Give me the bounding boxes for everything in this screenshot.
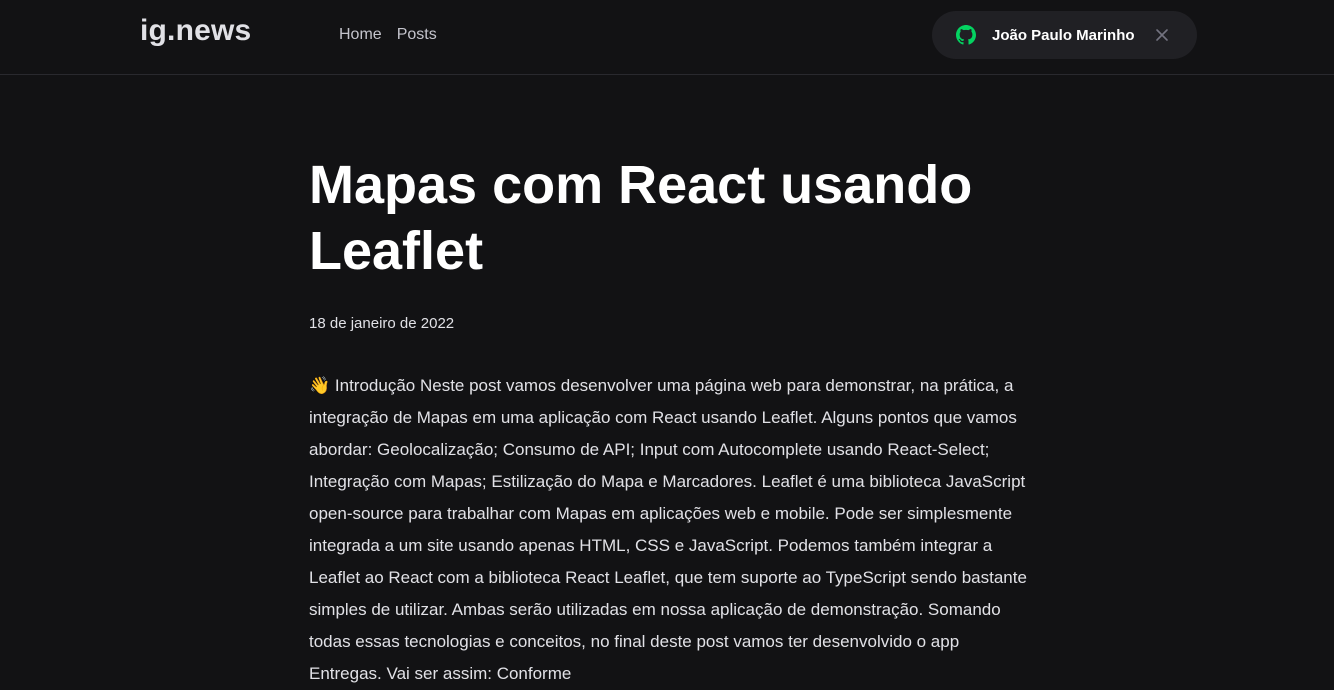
waving-hand-icon: 👋	[309, 376, 331, 395]
post-content: 👋 Introdução Neste post vamos desenvolve…	[309, 370, 1031, 690]
post-article: Mapas com React usando Leaflet 18 de jan…	[309, 152, 1031, 690]
nav-link-posts[interactable]: Posts	[397, 25, 437, 45]
site-header: ig.news Home Posts João Paulo Marinho	[0, 0, 1334, 75]
close-icon[interactable]	[1154, 27, 1170, 43]
nav-link-home[interactable]: Home	[339, 25, 382, 45]
post-title: Mapas com React usando Leaflet	[309, 155, 973, 281]
user-name: João Paulo Marinho	[992, 26, 1135, 44]
main-nav: Home Posts	[339, 25, 437, 45]
post-content-text: Introdução Neste post vamos desenvolver …	[309, 376, 1027, 683]
signin-button[interactable]: João Paulo Marinho	[932, 11, 1197, 59]
github-icon	[956, 25, 976, 45]
site-logo[interactable]: ig.news	[140, 14, 251, 48]
post-date: 18 de janeiro de 2022	[309, 315, 455, 332]
